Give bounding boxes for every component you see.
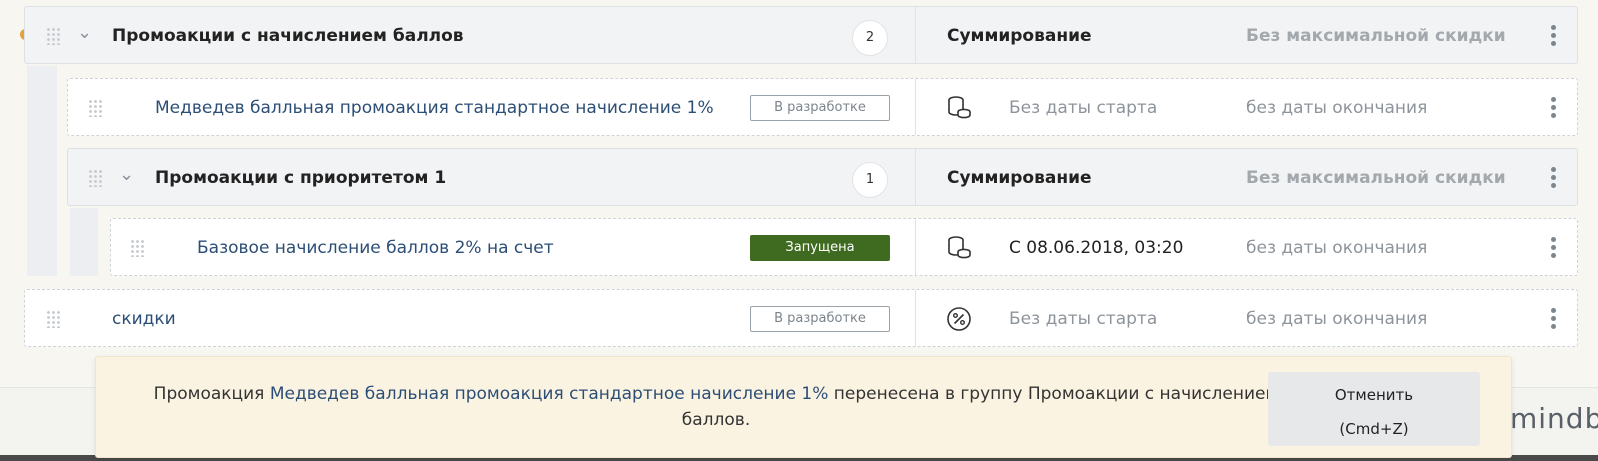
percent-icon: [947, 307, 971, 331]
start-date: Без даты старта: [1009, 309, 1158, 329]
drag-handle-icon[interactable]: [88, 169, 102, 187]
promo-title-link[interactable]: Медведев балльная промоакция стандартное…: [155, 79, 714, 137]
toast-prefix: Промоакция: [153, 384, 270, 404]
drag-handle-icon[interactable]: [46, 310, 60, 328]
promo-title-link[interactable]: скидки: [112, 290, 176, 348]
drag-handle-icon[interactable]: [130, 239, 144, 257]
group-max-discount: Без максимальной скидки: [1246, 26, 1506, 46]
group-max-discount: Без максимальной скидки: [1246, 168, 1506, 188]
more-menu-icon[interactable]: [1551, 308, 1557, 330]
chevron-down-icon[interactable]: ⌄: [119, 165, 134, 185]
start-date: С 08.06.2018, 03:20: [1009, 238, 1184, 258]
group-count-badge: 2: [852, 20, 888, 56]
notification-toast: Промоакция Медведев балльная промоакция …: [95, 356, 1512, 458]
end-date: без даты окончания: [1246, 98, 1428, 118]
end-date: без даты окончания: [1246, 309, 1428, 329]
group-indent-bar: [70, 208, 98, 276]
coins-icon: [948, 96, 971, 119]
status-badge: В разработке: [750, 306, 890, 332]
more-menu-icon[interactable]: [1551, 97, 1557, 119]
brand-logo: mindb: [1510, 402, 1598, 435]
group-indent-bar: [27, 66, 57, 276]
group-count-badge: 1: [852, 162, 888, 198]
more-menu-icon[interactable]: [1551, 25, 1557, 47]
promo-item-row[interactable]: скидки В разработке Без даты старта без …: [24, 289, 1578, 347]
status-badge: В разработке: [750, 95, 890, 121]
promo-item-row[interactable]: Базовое начисление баллов 2% на счет Зап…: [110, 218, 1578, 276]
toast-promo-link[interactable]: Медведев балльная промоакция стандартное…: [270, 384, 829, 404]
undo-shortcut: (Cmd+Z): [1339, 420, 1409, 438]
group-mode: Суммирование: [947, 168, 1092, 188]
toast-message: Промоакция Медведев балльная промоакция …: [136, 381, 1296, 433]
more-menu-icon[interactable]: [1551, 167, 1557, 189]
promo-group-row[interactable]: ⌄ Промоакции с начислением баллов 2 Сумм…: [24, 6, 1578, 64]
undo-label: Отменить: [1334, 386, 1414, 404]
group-mode: Суммирование: [947, 26, 1092, 46]
chevron-down-icon[interactable]: ⌄: [77, 23, 92, 43]
group-title[interactable]: Промоакции с приоритетом 1: [155, 149, 446, 207]
undo-button[interactable]: Отменить (Cmd+Z): [1268, 372, 1480, 446]
drag-handle-icon[interactable]: [88, 99, 102, 117]
end-date: без даты окончания: [1246, 238, 1428, 258]
promo-group-row[interactable]: ⌄ Промоакции с приоритетом 1 1 Суммирова…: [67, 148, 1578, 206]
more-menu-icon[interactable]: [1551, 237, 1557, 259]
group-title[interactable]: Промоакции с начислением баллов: [112, 7, 464, 65]
status-badge: Запущена: [750, 235, 890, 261]
coins-icon: [948, 236, 971, 259]
promo-item-row[interactable]: Медведев балльная промоакция стандартное…: [67, 78, 1578, 136]
start-date: Без даты старта: [1009, 98, 1158, 118]
promo-title-link[interactable]: Базовое начисление баллов 2% на счет: [197, 219, 554, 277]
drag-handle-icon[interactable]: [46, 27, 60, 45]
